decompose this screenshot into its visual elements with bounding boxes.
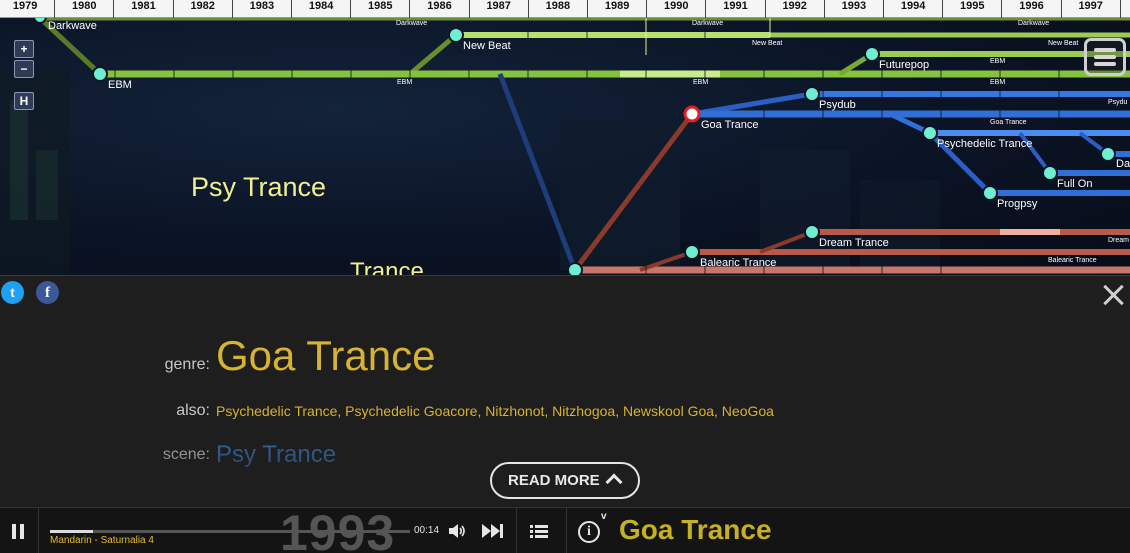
genre-key-label: genre: <box>164 356 210 373</box>
label-ebm[interactable]: EBM <box>108 79 132 91</box>
line-label-ebm-2: EBM <box>693 79 708 86</box>
next-track-icon[interactable] <box>481 522 505 540</box>
facebook-icon[interactable]: f <box>36 281 59 304</box>
line-label-newbeat-2: New Beat <box>1048 40 1078 47</box>
line-label-newbeat-1: New Beat <box>752 40 782 47</box>
node-trance[interactable] <box>567 262 583 275</box>
audio-player-bar: 1993 Mandarin - Saturnalia 4 00:14 i v G… <box>0 507 1130 553</box>
timeline-year-1986[interactable]: 1986 <box>410 0 470 18</box>
home-button[interactable]: H <box>14 92 34 110</box>
label-dream-trance[interactable]: Dream Trance <box>819 237 889 249</box>
caret-down-icon[interactable]: v <box>601 511 607 522</box>
node-psydub[interactable] <box>804 86 820 102</box>
genre-lines: Darkwave EBM New Beat Futurepop Goa Tran… <box>33 10 1130 275</box>
timeline-year-1984[interactable]: 1984 <box>292 0 352 18</box>
timeline-year-1982[interactable]: 1982 <box>174 0 233 18</box>
divider <box>516 508 517 553</box>
read-more-label: READ MORE <box>508 472 600 489</box>
line-label-ebm-1: EBM <box>397 79 412 86</box>
line-label-psydub-1: Psydu <box>1108 99 1128 106</box>
info-icon[interactable]: i <box>578 521 600 543</box>
line-label-darkwave-1: Darkwave <box>396 20 427 27</box>
label-darkwave[interactable]: Darkwave <box>48 20 97 32</box>
node-goa-trance[interactable] <box>683 105 701 123</box>
genre-map[interactable]: Darkwave EBM New Beat Futurepop Goa Tran… <box>0 0 1130 275</box>
twitter-icon[interactable]: t <box>1 281 24 304</box>
timeline-year-1987[interactable]: 1987 <box>470 0 529 18</box>
volume-icon[interactable] <box>447 521 467 541</box>
timeline-year-1992[interactable]: 1992 <box>766 0 825 18</box>
divider <box>566 508 567 553</box>
label-new-beat[interactable]: New Beat <box>463 40 511 52</box>
label-progpsy[interactable]: Progpsy <box>997 198 1038 210</box>
scene-link[interactable]: Psy Trance <box>216 441 336 469</box>
node-ebm[interactable] <box>92 66 108 82</box>
genre-title: Goa Trance <box>216 332 436 379</box>
timeline-year-1997[interactable]: 1997 <box>1062 0 1121 18</box>
line-label-ebm-4: EBM <box>990 58 1005 65</box>
line-label-darkwave-3: Darkwave <box>1018 20 1049 27</box>
timeline-year-1989[interactable]: 1989 <box>588 0 648 18</box>
node-full-on[interactable] <box>1042 165 1058 181</box>
node-new-beat[interactable] <box>448 27 464 43</box>
timeline-year-1994[interactable]: 1994 <box>884 0 944 18</box>
line-label-dream-1: Dream <box>1108 237 1129 244</box>
timeline-bar[interactable]: 1979 1980 1981 1982 1983 1984 1985 1986 1987 1988… <box>0 0 1130 18</box>
zoom-out-button[interactable]: − <box>14 60 34 78</box>
line-label-ebm-3: EBM <box>990 79 1005 86</box>
timeline-year-1995[interactable]: 1995 <box>943 0 1003 18</box>
timeline-year-1981[interactable]: 1981 <box>114 0 174 18</box>
timeline-year-1996[interactable]: 1996 <box>1002 0 1062 18</box>
zoom-in-button[interactable]: + <box>14 40 34 58</box>
node-dream-trance[interactable] <box>804 224 820 240</box>
timeline-year-1993[interactable]: 1993 <box>825 0 884 18</box>
node-psychedelic-trance[interactable] <box>922 125 938 141</box>
timeline-year-1991[interactable]: 1991 <box>706 0 766 18</box>
genre-info-panel: t f genre: Goa Trance also: Psychedelic … <box>0 275 1130 508</box>
pause-icon <box>12 524 16 539</box>
menu-bar <box>1094 48 1116 52</box>
timeline-year-1988[interactable]: 1988 <box>529 0 588 18</box>
timeline-year-1985[interactable]: 1985 <box>351 0 411 18</box>
app-root: Darkwave EBM New Beat Futurepop Goa Tran… <box>0 0 1130 553</box>
playlist-icon[interactable] <box>529 522 549 540</box>
pause-icon <box>20 524 24 539</box>
time-display: 00:14 <box>414 525 440 536</box>
timeline-year-1979[interactable]: 1979 <box>0 0 56 18</box>
pause-button[interactable] <box>12 524 26 539</box>
track-name: Mandarin - Saturnalia 4 <box>50 535 154 546</box>
chevron-up-icon <box>605 473 623 491</box>
label-psydub[interactable]: Psydub <box>819 99 856 111</box>
close-icon[interactable] <box>1100 282 1126 308</box>
read-more-button[interactable]: READ MORE <box>490 462 640 499</box>
node-balearic-trance[interactable] <box>684 244 700 260</box>
menu-bar <box>1094 55 1116 59</box>
now-playing-genre[interactable]: Goa Trance <box>619 514 772 546</box>
hamburger-menu-icon[interactable] <box>1084 38 1126 76</box>
label-goa-trance[interactable]: Goa Trance <box>701 119 758 131</box>
divider <box>38 508 39 553</box>
line-label-darkwave-2: Darkwave <box>692 20 723 27</box>
progress-fill <box>50 530 94 533</box>
line-label-goa-1: Goa Trance <box>990 119 1027 126</box>
progress-bar[interactable] <box>50 530 410 533</box>
node-da[interactable] <box>1100 146 1116 162</box>
label-psychedelic-trance[interactable]: Psychedelic Trance <box>937 138 1032 150</box>
label-balearic-trance[interactable]: Balearic Trance <box>700 257 776 269</box>
timeline-year-1983[interactable]: 1983 <box>233 0 292 18</box>
label-full-on[interactable]: Full On <box>1057 178 1092 190</box>
scene-key-label: scene: <box>162 446 210 463</box>
label-da[interactable]: Da <box>1116 158 1130 170</box>
line-label-balearic-1: Balearic Trance <box>1048 257 1097 264</box>
timeline-year-1980[interactable]: 1980 <box>55 0 115 18</box>
timeline-year-1990[interactable]: 1990 <box>647 0 707 18</box>
node-futurepop[interactable] <box>864 46 880 62</box>
menu-bar <box>1094 62 1116 66</box>
scene-label-psy-trance[interactable]: Psy Trance <box>191 172 326 203</box>
node-progpsy[interactable] <box>982 185 998 201</box>
label-futurepop[interactable]: Futurepop <box>879 59 929 71</box>
also-known-as-list: Psychedelic Trance, Psychedelic Goacore,… <box>216 403 774 419</box>
also-key-label: also: <box>176 402 210 419</box>
scene-label-trance[interactable]: Trance <box>350 258 424 275</box>
